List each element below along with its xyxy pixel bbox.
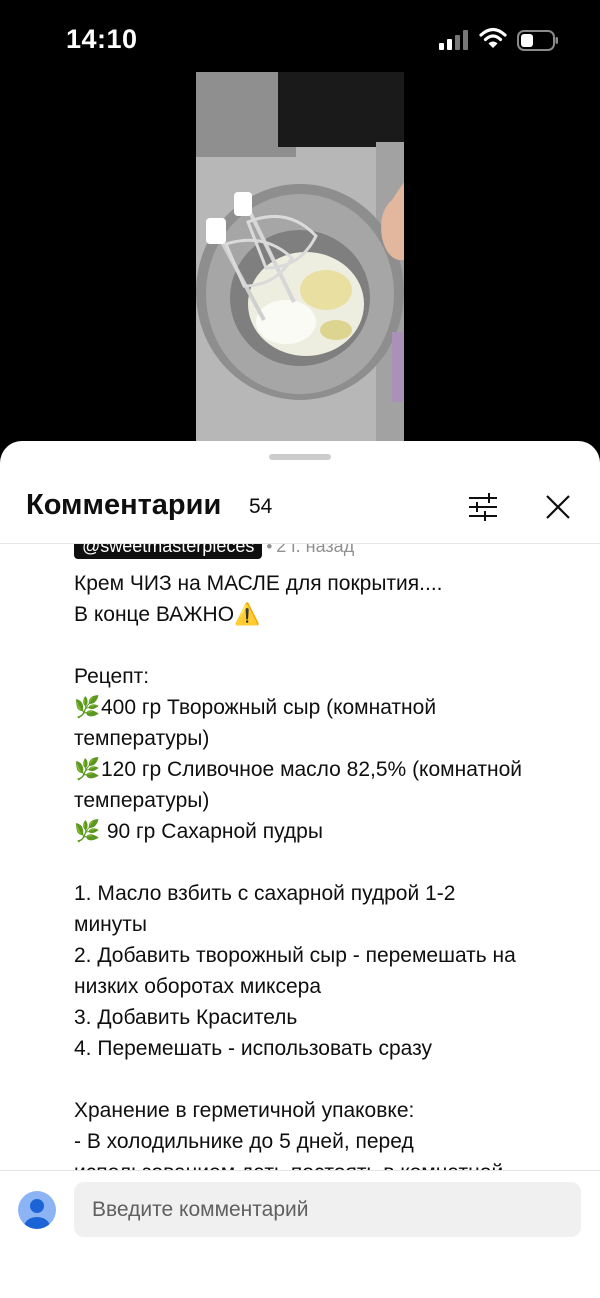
drag-handle[interactable] bbox=[269, 454, 331, 460]
battery-icon bbox=[517, 30, 558, 51]
comment-input[interactable]: Введите комментарий bbox=[74, 1182, 581, 1237]
comment-line: - В холодильнике до 5 дней, перед bbox=[74, 1130, 414, 1153]
warning-icon: ⚠️ bbox=[234, 602, 261, 626]
herb-icon: 🌿 bbox=[74, 819, 101, 843]
comment-line: температуры) bbox=[74, 789, 210, 812]
comment-line: температуры) bbox=[74, 727, 210, 750]
comments-title: Комментарии bbox=[26, 489, 222, 521]
video-frame-image bbox=[196, 72, 404, 442]
comment-line: использованием дать постоять в комнатной bbox=[74, 1157, 574, 1170]
sliders-icon[interactable] bbox=[465, 489, 501, 525]
herb-icon: 🌿 bbox=[74, 695, 101, 719]
comment-line: 🌿120 гр Сливочное масло 82,5% (комнатной bbox=[74, 754, 574, 785]
comment-line: минуты bbox=[74, 913, 147, 936]
comment-line-text: 90 гр Сахарной пудры bbox=[101, 820, 323, 843]
herb-icon: 🌿 bbox=[74, 757, 101, 781]
status-time: 14:10 bbox=[66, 24, 138, 54]
status-bar: 14:10 bbox=[0, 0, 600, 80]
comment-input-bar: Введите комментарий bbox=[0, 1170, 600, 1298]
video-player[interactable] bbox=[196, 72, 404, 442]
comment-line: Крем ЧИЗ на МАСЛЕ для покрытия.... bbox=[74, 572, 443, 595]
comment-item: @sweetmasterpieces • 2 г. назад Крем ЧИЗ н… bbox=[0, 544, 600, 1170]
comment-meta: @sweetmasterpieces • 2 г. назад bbox=[74, 544, 354, 560]
comment-line: Рецепт: bbox=[74, 665, 150, 688]
comment-line: 🌿400 гр Творожный сыр (комнатной bbox=[74, 692, 574, 723]
close-icon[interactable] bbox=[540, 489, 576, 525]
comment-line: Хранение в герметичной упаковке: bbox=[74, 1099, 415, 1122]
comment-age: 2 г. назад bbox=[276, 544, 355, 556]
cellular-signal-icon bbox=[439, 30, 468, 50]
comments-count: 54 bbox=[249, 495, 273, 518]
comment-line: 3. Добавить Краситель bbox=[74, 1006, 298, 1029]
comment-line: 4. Перемешать - использовать сразу bbox=[74, 1037, 433, 1060]
wifi-icon bbox=[479, 27, 507, 48]
comment-line: 2. Добавить творожный сыр - перемешать н… bbox=[74, 944, 516, 967]
user-icon bbox=[24, 1199, 50, 1229]
avatar bbox=[18, 1191, 56, 1229]
comment-line: В конце ВАЖНО⚠️ bbox=[74, 599, 574, 630]
comment-text: Крем ЧИЗ на МАСЛЕ для покрытия.... В кон… bbox=[74, 568, 574, 1170]
comment-line: низких оборотах миксера bbox=[74, 975, 322, 998]
comments-sheet: Комментарии 54 @sweetmasterpieces • 2 г. н… bbox=[0, 441, 600, 1298]
comment-line-text: 120 гр Сливочное масло 82,5% (комнатной bbox=[101, 758, 523, 781]
comment-author[interactable]: @sweetmasterpieces bbox=[74, 544, 263, 559]
meta-separator: • bbox=[266, 544, 273, 556]
comment-line-text: В конце ВАЖНО bbox=[74, 603, 235, 626]
comment-line: 1. Масло взбить с сахарной пудрой 1-2 bbox=[74, 882, 456, 905]
comment-line: 🌿 90 гр Сахарной пудры bbox=[74, 816, 574, 847]
comment-line-text: 400 гр Творожный сыр (комнатной bbox=[101, 696, 437, 719]
comments-header: Комментарии 54 bbox=[0, 481, 600, 544]
